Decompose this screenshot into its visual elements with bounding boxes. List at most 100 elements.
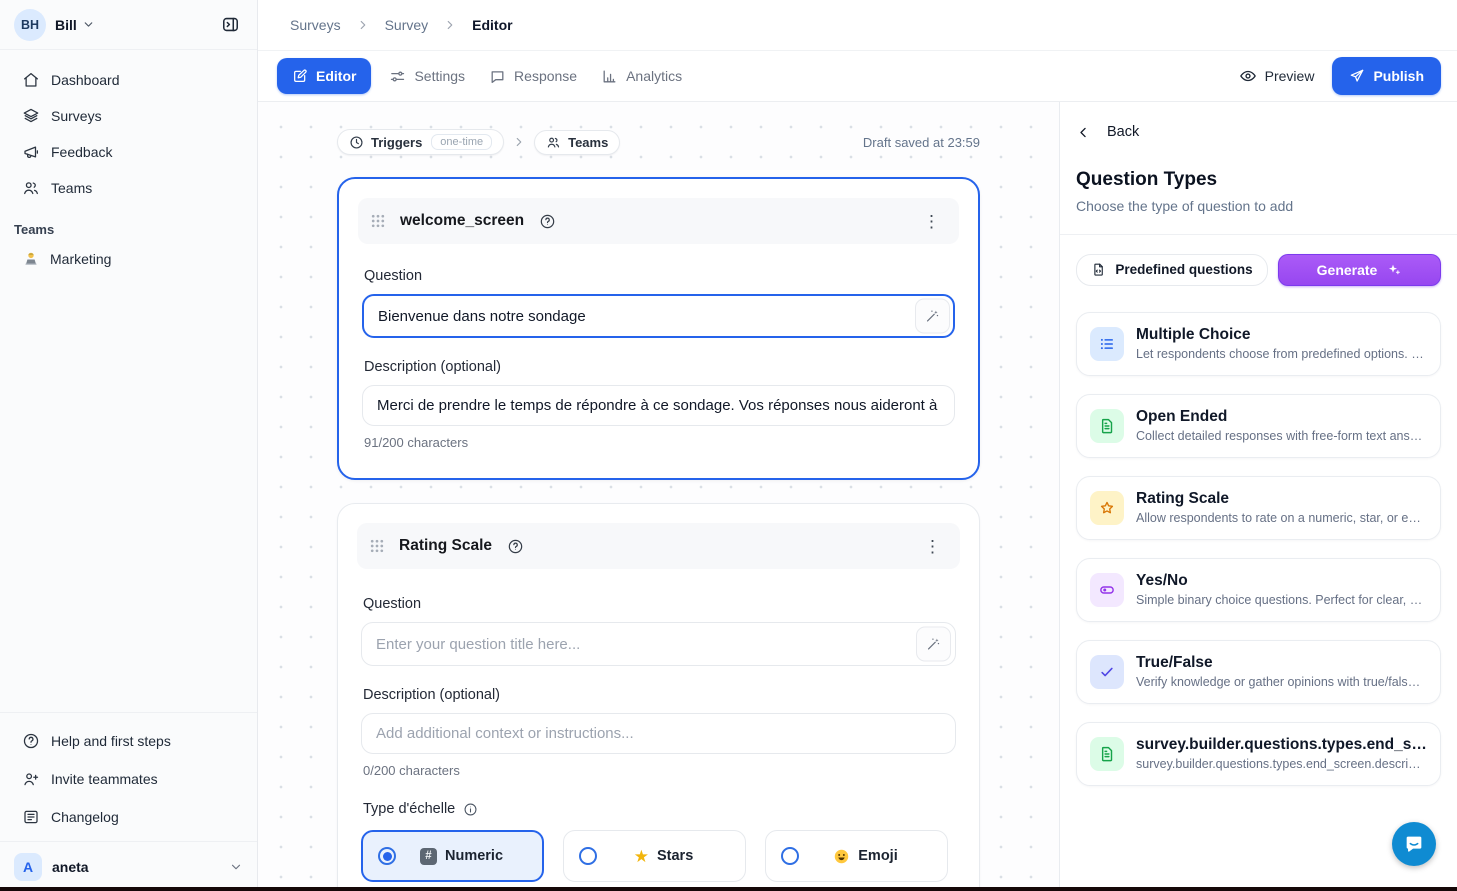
publish-label: Publish — [1373, 68, 1424, 84]
radio-unselected[interactable] — [579, 847, 597, 865]
type-card-true-false[interactable]: True/False Verify knowledge or gather op… — [1076, 640, 1441, 704]
sparkles-icon — [1386, 262, 1402, 278]
question-title-input[interactable] — [361, 622, 956, 666]
workspace-header: BH Bill — [0, 0, 257, 50]
technologist-emoji — [22, 250, 40, 268]
sidebar-item-label: Help and first steps — [51, 733, 171, 749]
type-title: survey.builder.questions.types.end_scr… — [1136, 736, 1427, 754]
magic-wand-icon[interactable] — [916, 627, 951, 662]
toggle-icon — [1090, 573, 1124, 607]
users-icon — [546, 135, 561, 150]
char-count: 91/200 characters — [364, 435, 953, 450]
radio-selected[interactable] — [378, 847, 396, 865]
tab-response[interactable]: Response — [477, 58, 589, 94]
layers-icon — [22, 107, 40, 125]
radio-unselected[interactable] — [781, 847, 799, 865]
char-count: 0/200 characters — [363, 763, 954, 778]
type-card-end-screen[interactable]: survey.builder.questions.types.end_scr… … — [1076, 722, 1441, 786]
sidebar-collapse-icon[interactable] — [215, 10, 245, 40]
back-button[interactable]: Back — [1076, 124, 1139, 140]
tab-settings[interactable]: Settings — [377, 58, 477, 94]
type-description: Collect detailed responses with free-for… — [1136, 429, 1427, 443]
question-description-input[interactable] — [361, 713, 956, 754]
sidebar-item-feedback[interactable]: Feedback — [12, 136, 245, 168]
sidebar-item-marketing[interactable]: Marketing — [12, 243, 245, 275]
type-card-rating-scale[interactable]: Rating Scale Allow respondents to rate o… — [1076, 476, 1441, 540]
predefined-questions-button[interactable]: Predefined questions — [1076, 254, 1268, 286]
question-types-panel: Back Question Types Choose the type of q… — [1059, 102, 1457, 891]
generate-label: Generate — [1317, 262, 1378, 278]
description-label: Description (optional) — [363, 687, 954, 703]
tab-label: Editor — [316, 68, 356, 84]
help-circle-icon — [22, 732, 40, 750]
question-card-rating-scale[interactable]: Rating Scale ⋮ Question Description (opt… — [337, 503, 980, 891]
chat-launcher-button[interactable] — [1392, 822, 1436, 866]
scale-option-label: Numeric — [445, 848, 503, 864]
question-card-welcome-screen[interactable]: welcome_screen ⋮ Question Description (o… — [337, 177, 980, 480]
sidebar-item-surveys[interactable]: Surveys — [12, 100, 245, 132]
sidebar-item-label: Feedback — [51, 144, 112, 160]
triggers-chip-label: Triggers — [371, 135, 422, 150]
magic-wand-icon[interactable] — [915, 299, 950, 334]
workspace-name: Bill — [55, 17, 77, 33]
type-description: Simple binary choice questions. Perfect … — [1136, 593, 1427, 607]
drag-handle-icon[interactable] — [371, 214, 385, 228]
tab-analytics[interactable]: Analytics — [589, 58, 694, 94]
type-card-multiple-choice[interactable]: Multiple Choice Let respondents choose f… — [1076, 312, 1441, 376]
description-label: Description (optional) — [364, 359, 953, 375]
triggers-chip[interactable]: Triggers one-time — [337, 129, 504, 155]
user-menu[interactable]: A aneta — [0, 841, 257, 891]
type-card-open-ended[interactable]: Open Ended Collect detailed responses wi… — [1076, 394, 1441, 458]
kebab-menu-icon[interactable]: ⋮ — [918, 534, 947, 559]
teams-chip[interactable]: Teams — [534, 130, 620, 155]
teams-chip-label: Teams — [568, 135, 608, 150]
help-circle-icon[interactable] — [539, 213, 556, 230]
preview-button[interactable]: Preview — [1239, 67, 1315, 85]
scale-option-stars[interactable]: ★ Stars — [563, 830, 746, 882]
type-title: True/False — [1136, 654, 1427, 672]
tab-editor[interactable]: Editor — [277, 58, 371, 94]
sidebar-item-help[interactable]: Help and first steps — [12, 723, 245, 759]
user-avatar: A — [14, 853, 42, 881]
scale-option-numeric[interactable]: # Numeric — [361, 830, 544, 882]
breadcrumb-survey[interactable]: Survey — [385, 17, 429, 33]
tab-label: Response — [514, 68, 577, 84]
tab-label: Analytics — [626, 68, 682, 84]
clock-icon — [349, 135, 364, 150]
question-title-input[interactable] — [362, 294, 955, 338]
user-plus-icon — [22, 770, 40, 788]
breadcrumb-surveys[interactable]: Surveys — [290, 17, 341, 33]
chevron-left-icon — [1076, 125, 1091, 140]
sidebar-item-changelog[interactable]: Changelog — [12, 799, 245, 835]
newspaper-icon — [22, 808, 40, 826]
breadcrumb-editor: Editor — [472, 17, 512, 33]
publish-button[interactable]: Publish — [1332, 57, 1441, 95]
scale-type-label: Type d'échelle — [363, 801, 954, 817]
sidebar-item-teams[interactable]: Teams — [12, 172, 245, 204]
sidebar-item-invite[interactable]: Invite teammates — [12, 761, 245, 797]
sidebar-nav: Dashboard Surveys Feedback Teams — [0, 50, 257, 208]
sidebar-item-label: Changelog — [51, 809, 119, 825]
bar-chart-icon — [601, 68, 618, 85]
survey-canvas: Triggers one-time Teams Draft saved at 2… — [258, 102, 1059, 891]
scale-options: # Numeric ★ Stars — [361, 830, 956, 882]
type-description: Verify knowledge or gather opinions with… — [1136, 675, 1427, 689]
kebab-menu-icon[interactable]: ⋮ — [917, 209, 946, 234]
question-description-input[interactable] — [362, 385, 955, 426]
info-icon[interactable] — [463, 802, 478, 817]
question-card-header: welcome_screen ⋮ — [358, 198, 959, 244]
type-card-yes-no[interactable]: Yes/No Simple binary choice questions. P… — [1076, 558, 1441, 622]
draft-status: Draft saved at 23:59 — [863, 135, 980, 150]
megaphone-icon — [22, 143, 40, 161]
file-icon — [1091, 262, 1106, 277]
scale-option-emoji[interactable]: Emoji — [765, 830, 948, 882]
chevron-right-icon — [512, 135, 526, 149]
question-label: Question — [364, 268, 953, 284]
sidebar-item-dashboard[interactable]: Dashboard — [12, 64, 245, 96]
drag-handle-icon[interactable] — [370, 539, 384, 553]
help-circle-icon[interactable] — [507, 538, 524, 555]
team-item-label: Marketing — [50, 251, 111, 267]
type-title: Rating Scale — [1136, 490, 1427, 508]
workspace-switcher[interactable]: Bill — [55, 17, 95, 33]
generate-button[interactable]: Generate — [1278, 254, 1441, 286]
